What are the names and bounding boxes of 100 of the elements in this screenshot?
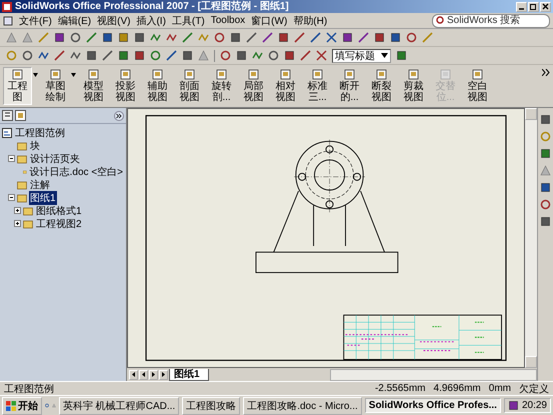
triangle-icon[interactable] [198,50,209,61]
square-icon[interactable] [118,32,129,43]
circle-icon[interactable] [150,50,161,61]
tree-item[interactable]: 设计日志.doc <空白> [28,164,124,178]
cross-icon[interactable] [316,50,327,61]
horizontal-scrollbar[interactable] [330,368,537,380]
command-button[interactable]: 草图绘制 [41,67,70,105]
vertical-scrollbar[interactable] [525,108,537,368]
command-button[interactable]: 标准三... [303,67,332,105]
minus-icon[interactable] [8,194,15,201]
square-icon[interactable] [540,182,551,193]
plus-icon[interactable] [14,220,21,227]
command-button[interactable]: 辅助视图 [143,67,172,105]
sheet-nav-button[interactable] [149,370,158,380]
square-icon[interactable] [134,32,145,43]
sheet-nav-button[interactable] [139,370,148,380]
zigzag-icon[interactable] [38,50,49,61]
line-icon[interactable] [300,50,311,61]
square-icon[interactable] [236,50,247,61]
search-field[interactable]: SolidWorks 搜索 [432,14,550,28]
menu-item[interactable]: 帮助(H) [293,14,328,28]
plus-icon[interactable] [14,207,21,214]
circle-icon[interactable] [220,50,231,61]
square-icon[interactable] [396,50,407,61]
command-button[interactable]: 工程图 [3,67,32,105]
square-icon[interactable] [342,32,353,43]
circle-icon[interactable] [70,32,81,43]
start-button[interactable]: 开始 [2,396,42,414]
square-icon[interactable] [278,32,289,43]
line-icon[interactable] [262,32,273,43]
tree-root[interactable]: 工程图范例 [14,126,66,140]
document-icon[interactable] [3,16,13,26]
square-icon[interactable] [118,50,129,61]
close-button[interactable] [540,2,551,12]
triangle-icon[interactable] [22,32,33,43]
command-button[interactable]: 旋转剖... [207,67,236,105]
menu-item[interactable]: 窗口(W) [251,14,288,28]
command-button[interactable]: 剪裁视图 [399,67,428,105]
square-icon[interactable] [284,50,295,61]
command-button[interactable]: 相对视图 [271,67,300,105]
square-icon[interactable] [390,32,401,43]
sheet-nav-button[interactable] [159,370,168,380]
zigzag-icon[interactable] [70,50,81,61]
square-icon[interactable] [374,32,385,43]
circle-icon[interactable] [540,199,551,210]
double-chevron-icon[interactable] [542,69,550,76]
taskbar-button[interactable]: 工程图攻略.doc - Micro... [243,396,362,414]
tree-item[interactable]: 图纸格式1 [35,204,83,218]
square-icon[interactable] [86,50,97,61]
caret-icon[interactable] [33,73,38,77]
menu-item[interactable]: 视图(V) [97,14,130,28]
square-icon[interactable] [540,114,551,125]
zigzag-icon[interactable] [252,50,263,61]
square-icon[interactable] [230,32,241,43]
square-icon[interactable] [540,148,551,159]
command-button[interactable]: 局部视图 [239,67,268,105]
zigzag-icon[interactable] [166,32,177,43]
tree-item[interactable]: 块 [29,138,41,152]
circle-icon[interactable] [214,32,225,43]
line-icon[interactable] [54,50,65,61]
square-icon[interactable] [540,216,551,227]
tree-tab-icon[interactable] [2,110,13,121]
triangle-icon[interactable] [540,165,551,176]
taskbar-button[interactable]: 工程图攻略 [182,396,240,414]
square-icon[interactable] [182,50,193,61]
menu-item[interactable]: 文件(F) [19,14,52,28]
square-icon[interactable] [102,32,113,43]
style-dropdown[interactable]: 填写标题 [332,48,391,62]
menu-item[interactable]: 插入(I) [136,14,166,28]
cross-icon[interactable] [326,32,337,43]
tree-item[interactable]: 注解 [29,178,51,192]
line-icon[interactable] [246,32,257,43]
minimize-button[interactable] [516,2,527,12]
tree-item[interactable]: 工程视图2 [35,216,83,230]
line-icon[interactable] [86,32,97,43]
command-button[interactable]: 空白视图 [463,67,492,105]
command-button[interactable]: 投影视图 [111,67,140,105]
line-icon[interactable] [294,32,305,43]
menu-item[interactable]: Toolbox [210,15,246,26]
line-icon[interactable] [182,32,193,43]
double-chevron-icon[interactable] [114,110,124,120]
menu-item[interactable]: 工具(T) [172,14,205,28]
command-button[interactable]: 断裂视图 [367,67,396,105]
command-button[interactable]: 剖面视图 [175,67,204,105]
line-icon[interactable] [358,32,369,43]
tree-item[interactable]: 图纸1 [29,190,57,204]
line-icon[interactable] [310,32,321,43]
circle-icon[interactable] [406,32,417,43]
line-icon[interactable] [166,50,177,61]
sheet-nav-button[interactable] [129,370,138,380]
properties-tab-icon[interactable] [15,110,26,121]
taskbar-button[interactable]: SolidWorks Office Profes... [364,398,501,413]
line-icon[interactable] [102,50,113,61]
caret-icon[interactable] [71,73,76,77]
menu-item[interactable]: 编辑(E) [58,14,92,28]
restore-button[interactable] [528,2,539,12]
sheet-tab[interactable]: 图纸1 [169,368,209,380]
zigzag-icon[interactable] [150,32,161,43]
taskbar-button[interactable]: 英科宇 机械工程师CAD... [58,396,180,414]
tree-item[interactable]: 设计活页夹 [29,152,81,166]
